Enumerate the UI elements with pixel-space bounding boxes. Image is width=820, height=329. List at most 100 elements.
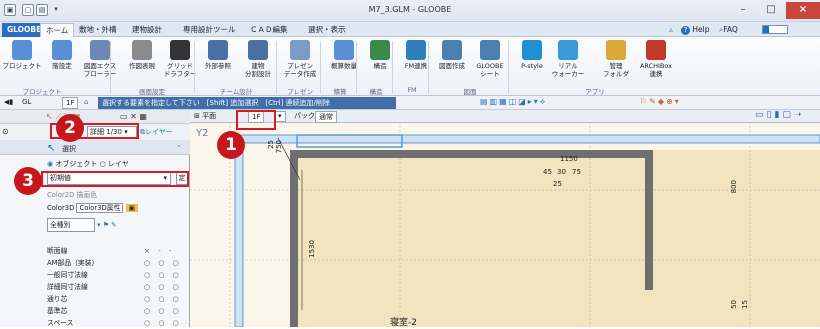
view-toolbar: ⊞ 平面 1F ▾ パック 通常 ▭▯▮▢➝ — [190, 110, 820, 123]
ribbon-button-label: ARCHIBox 連携 — [639, 62, 673, 78]
ribbon-button-label: プレゼン データ作成 — [283, 62, 317, 78]
floor-gl[interactable]: GL — [22, 98, 31, 106]
dimension-label: 45 — [543, 168, 552, 176]
type-row[interactable]: 全種別 ▾ ⚑ ✎ — [47, 218, 187, 232]
pin-icon[interactable]: ⊙ — [2, 127, 9, 136]
ribbon-button-icon — [90, 40, 110, 60]
ribbon-group-label: アプリ — [585, 88, 605, 96]
visibility-toggles[interactable]: ○ ○ ○ — [144, 305, 188, 317]
tab-home[interactable]: ホーム — [40, 23, 75, 37]
visibility-toggles[interactable]: ○ ○ ○ — [144, 269, 188, 281]
ribbon-group-label: プロジェクト — [22, 88, 62, 96]
view-toolbar-icons[interactable]: ▤▥▦◫◪▸▾⟡ — [480, 97, 547, 107]
ribbon-button-label: 作図表現 — [129, 62, 155, 70]
color3d-label: Color3D — [47, 204, 75, 212]
ribbon-button-label: 図面作成 — [439, 62, 465, 70]
ribbon-button-8[interactable]: 概算数量 — [324, 40, 364, 70]
color2d-label: Color2D — [47, 191, 75, 199]
highlight-preset — [41, 171, 189, 187]
ribbon-separator — [508, 41, 509, 93]
ribbon-button-11[interactable]: 図面作成 — [432, 40, 472, 70]
visibility-toggles[interactable]: × ‐ ‐ — [144, 245, 188, 257]
dimension-label: 1530 — [308, 240, 316, 258]
tab-cad-edit[interactable]: ＣＡＤ編集 — [245, 23, 293, 37]
layer-button[interactable]: ⧉レイヤー — [140, 127, 173, 137]
ribbon-button-label: 概算数量 — [331, 62, 357, 70]
tab-building[interactable]: 建物設計 — [127, 23, 167, 37]
ribbon-group-label: プレゼン — [287, 88, 313, 96]
ribbon-button-7[interactable]: プレゼン データ作成 — [280, 40, 320, 78]
ribbon-button-16[interactable]: ARCHIBox 連携 — [636, 40, 676, 78]
ribbon-group-label: 構造 — [369, 88, 383, 96]
ribbon-button-icon — [170, 40, 190, 60]
floor-plan-drawing — [190, 110, 820, 327]
visibility-toggles[interactable]: ○ ○ ○ — [144, 257, 188, 269]
progress-indicator — [762, 25, 788, 34]
help-button[interactable]: ? Help — [676, 23, 715, 37]
visibility-toggles[interactable]: ○ ○ ○ — [144, 281, 188, 293]
visibility-toggles[interactable]: ○ ○ ○ — [144, 317, 188, 329]
history-icon[interactable]: ◀▮ — [4, 98, 13, 106]
close-button[interactable]: × — [786, 2, 820, 19]
ribbon-button-10[interactable]: FM連携 — [396, 40, 436, 70]
callout-2: 2 — [56, 114, 84, 142]
view-title[interactable]: ⊞ 平面 — [194, 111, 216, 121]
type-select: 全種別 — [47, 218, 95, 232]
view-title-label: 平面 — [202, 112, 217, 120]
ribbon-button-5[interactable]: 外部参照 — [198, 40, 238, 70]
floor-select[interactable]: 1F — [62, 97, 79, 109]
ribbon-button-label: リアル ウォーカー — [551, 62, 585, 78]
room-label: 寝室-2 — [390, 318, 417, 328]
ribbon-button-label: 階設定 — [52, 62, 72, 70]
ribbon-button-icon — [52, 40, 72, 60]
callout-3: 3 — [14, 167, 42, 195]
ribbon-button-1[interactable]: 階設定 — [42, 40, 82, 70]
ribbon-button-icon — [248, 40, 268, 60]
select-header — [0, 140, 190, 155]
drawing-canvas[interactable]: Y2 1150 45 30 75 25 800 1530 25 750 50 1… — [190, 110, 820, 328]
ribbon-button-0[interactable]: プロジェクト — [2, 40, 42, 70]
tab-select-view[interactable]: 選択・表示 — [303, 23, 351, 37]
ribbon-separator — [194, 41, 195, 93]
grid-icon[interactable]: ▭ ✕ ▦ — [120, 112, 147, 121]
layer-label: レイヤー — [145, 128, 173, 136]
snap-toolbar-icons[interactable]: ⚐✎◆⊕▾ — [640, 97, 681, 106]
home-icon[interactable]: ⌂ — [84, 98, 88, 106]
faq-label: FAQ — [723, 25, 738, 34]
ribbon-button-2[interactable]: 図面エクス プローラー — [80, 40, 120, 78]
dimension-label: 30 — [557, 168, 566, 176]
ribbon-separator — [392, 41, 393, 93]
maximize-button[interactable]: □ — [758, 2, 784, 19]
ribbon-separator — [110, 41, 111, 93]
ribbon: プロジェクト 階設定 図面エクス プローラー 作図表現 グリッド ドラフター 外部参照 建物… — [0, 37, 820, 96]
view-arrange-icons[interactable]: ▭▯▮▢➝ — [755, 110, 804, 120]
ribbon-button-6[interactable]: 建物 分割設計 — [238, 40, 278, 78]
object-radio[interactable]: ◉ オブジェクト ○ レイヤ — [47, 159, 129, 169]
tab-site[interactable]: 敷地・外構 — [74, 23, 122, 37]
ribbon-button-icon — [606, 40, 626, 60]
faq-button[interactable]: ⌕FAQ — [714, 23, 743, 37]
color2d-row[interactable]: Color2D 描画色 — [47, 189, 187, 201]
tab-special-tools[interactable]: 専用設計ツール — [178, 23, 241, 37]
color3d-row[interactable]: Color3D Color3D属性 ▣ — [47, 202, 187, 214]
color3d-value: Color3D属性 — [76, 203, 124, 213]
collapse-icon[interactable]: ⌃ — [176, 144, 182, 152]
ribbon-button-9[interactable]: 構造 — [360, 40, 400, 70]
dimension-label: 25 — [267, 140, 275, 149]
object-label: オブジェクト — [55, 160, 98, 168]
ribbon-button-icon — [208, 40, 228, 60]
minimize-button[interactable]: – — [730, 2, 756, 19]
ribbon-separator — [356, 41, 357, 93]
visibility-toggles[interactable]: ○ ○ ○ — [144, 293, 188, 305]
ribbon-separator — [320, 41, 321, 93]
ribbon-button-label: 図面エクス プローラー — [83, 62, 117, 78]
ribbon-button-14[interactable]: リアル ウォーカー — [548, 40, 588, 78]
ribbon-button-3[interactable]: 作図表現 — [122, 40, 162, 70]
ribbon-button-icon — [522, 40, 542, 60]
pack-tab[interactable]: パック — [294, 111, 315, 121]
ribbon-button-12[interactable]: GLOOBE シート — [470, 40, 510, 78]
mode-tab[interactable]: 通常 — [315, 111, 337, 123]
ribbon-button-13[interactable]: P-style — [512, 40, 552, 70]
ribbon-button-label: プロジェクト — [2, 62, 42, 70]
ribbon-button-15[interactable]: 管理 フォルダ — [596, 40, 636, 78]
